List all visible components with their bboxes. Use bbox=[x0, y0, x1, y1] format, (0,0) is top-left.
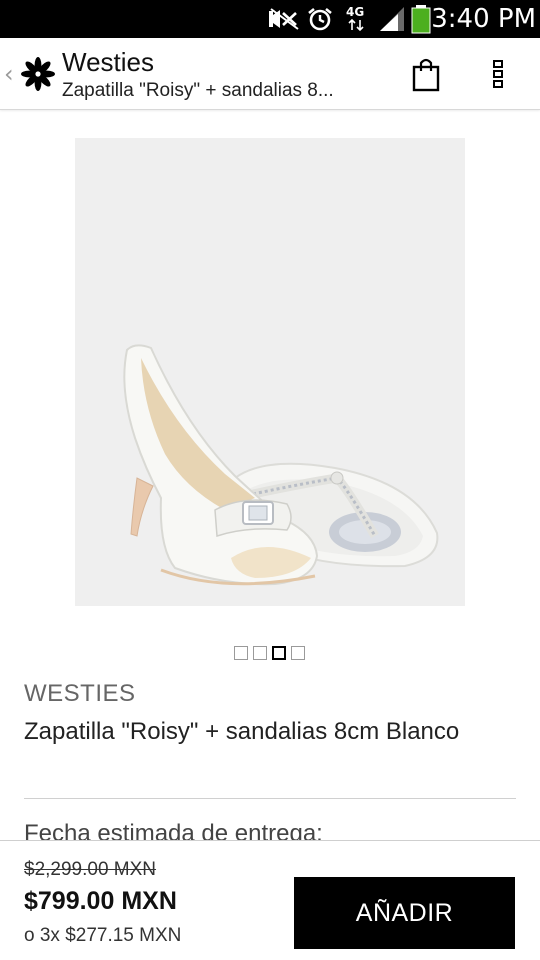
product-name: Zapatilla "Roisy" + sandalias 8cm Blanco bbox=[24, 718, 460, 745]
product-image[interactable] bbox=[75, 138, 465, 606]
purchase-bar: $2,299.00 MXN $799.00 MXN o 3x $277.15 M… bbox=[0, 840, 540, 960]
pager-dot[interactable] bbox=[253, 646, 267, 660]
divider bbox=[24, 798, 516, 799]
westies-logo-icon[interactable] bbox=[20, 56, 56, 92]
original-price: $2,299.00 MXN bbox=[24, 859, 157, 880]
pager-dot[interactable] bbox=[291, 646, 305, 660]
up-caret-icon[interactable]: ‹ bbox=[4, 60, 14, 88]
product-brand[interactable]: WESTIES bbox=[24, 680, 136, 708]
shopping-bag-icon[interactable] bbox=[408, 54, 444, 94]
image-pager bbox=[234, 646, 305, 660]
battery-icon bbox=[410, 4, 432, 39]
sale-price: $799.00 MXN bbox=[24, 887, 177, 915]
network-4g-icon: 4G bbox=[344, 3, 370, 38]
signal-icon bbox=[378, 6, 406, 37]
svg-text:4G: 4G bbox=[346, 5, 364, 19]
app-title: Westies bbox=[62, 47, 154, 77]
installments-price: o 3x $277.15 MXN bbox=[24, 925, 182, 946]
alarm-icon bbox=[306, 6, 334, 37]
status-time: 3:40 PM bbox=[431, 4, 536, 34]
action-bar: ‹ Westies Zapatilla "Roisy" + sandalias … bbox=[0, 38, 540, 110]
pager-dot-active[interactable] bbox=[272, 646, 286, 660]
mute-icon bbox=[268, 7, 300, 36]
status-bar: 4G 3:40 PM bbox=[0, 0, 540, 38]
pager-dot[interactable] bbox=[234, 646, 248, 660]
page-subtitle: Zapatilla "Roisy" + sandalias 8... bbox=[62, 80, 334, 101]
overflow-menu-icon[interactable] bbox=[484, 54, 512, 94]
add-to-cart-button[interactable]: AÑADIR bbox=[294, 877, 515, 949]
